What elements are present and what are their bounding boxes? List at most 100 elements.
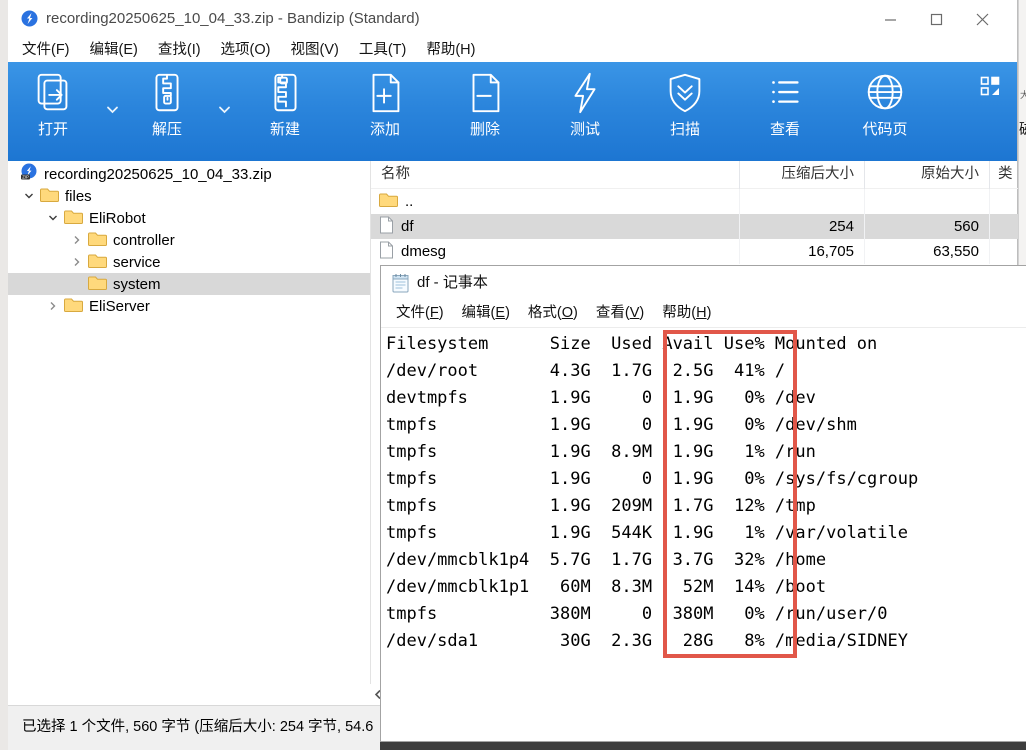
folder-icon	[88, 274, 107, 295]
notepad-menu-format[interactable]: 格式(O)	[519, 300, 587, 327]
test-button[interactable]: 测试	[545, 68, 625, 156]
codepage-button[interactable]: 代码页	[845, 68, 925, 156]
notepad-menubar: 文件(F) 编辑(E) 格式(O) 查看(V) 帮助(H)	[381, 300, 1026, 328]
chevron-right-icon	[73, 257, 81, 267]
menu-find[interactable]: 查找(I)	[148, 38, 211, 62]
extract-dropdown-button[interactable]	[213, 98, 235, 122]
file-icon	[379, 241, 394, 263]
window-title: recording20250625_10_04_33.zip - Bandizi…	[46, 0, 420, 38]
toolbar-label: 打开	[13, 118, 93, 139]
folder-icon	[64, 208, 83, 229]
open-dropdown-button[interactable]	[101, 98, 123, 122]
new-archive-button[interactable]: 新建	[245, 68, 325, 156]
delete-button[interactable]: 删除	[445, 68, 525, 156]
window-controls	[867, 0, 1005, 38]
original-size	[865, 189, 990, 214]
tree-label: system	[113, 276, 161, 293]
new-zip-icon	[262, 70, 308, 116]
background-edge-text: 大	[1020, 88, 1026, 101]
toolbar-label: 添加	[345, 118, 425, 139]
tree-item-system[interactable]: system	[8, 273, 370, 295]
compressed-size: 254	[740, 214, 865, 239]
tree-label: EliServer	[89, 298, 150, 315]
tree-label: controller	[113, 232, 175, 249]
maximize-icon	[930, 13, 943, 26]
chevron-right-icon	[49, 301, 57, 311]
chevron-down-icon	[24, 192, 34, 200]
file-icon	[379, 216, 394, 238]
svg-text:ZIP: ZIP	[22, 175, 29, 180]
minimize-icon	[884, 13, 897, 26]
extract-zip-icon	[144, 70, 190, 116]
maximize-button[interactable]	[913, 0, 959, 38]
list-row-up[interactable]: ..	[371, 189, 1018, 214]
delete-file-icon	[462, 70, 508, 116]
tree-item-controller[interactable]: controller	[8, 229, 370, 251]
scan-button[interactable]: 扫描	[645, 68, 725, 156]
menu-help[interactable]: 帮助(H)	[416, 38, 485, 62]
column-header-type[interactable]: 类型	[990, 161, 1018, 189]
toolbar-label: 查看	[745, 118, 825, 139]
tree-item-elirobot[interactable]: EliRobot	[8, 207, 370, 229]
menu-edit[interactable]: 编辑(E)	[80, 38, 148, 62]
tree-label: recording20250625_10_04_33.zip	[44, 166, 272, 183]
folder-icon	[88, 230, 107, 251]
notepad-bottom-edge	[380, 742, 1026, 750]
lightning-icon	[562, 70, 608, 116]
file-name: df	[401, 218, 414, 235]
bandizip-menubar: 文件(F) 编辑(E) 查找(I) 选项(O) 视图(V) 工具(T) 帮助(H…	[12, 38, 485, 62]
folder-icon	[64, 296, 83, 317]
add-button[interactable]: 添加	[345, 68, 425, 156]
grid-layout-icon	[980, 76, 1000, 96]
background-edge-char: 磁	[1019, 118, 1026, 139]
bandizip-app-icon	[21, 10, 38, 32]
list-row-dmesg[interactable]: dmesg 16,705 63,550	[371, 239, 1018, 264]
file-name: ..	[405, 193, 413, 210]
notepad-menu-edit[interactable]: 编辑(E)	[453, 300, 519, 327]
compressed-size: 16,705	[740, 239, 865, 264]
red-highlight-rectangle	[663, 330, 797, 658]
column-header-compressed[interactable]: 压缩后大小	[740, 161, 865, 189]
menu-tools[interactable]: 工具(T)	[349, 38, 417, 62]
globe-icon	[862, 70, 908, 116]
column-header-name[interactable]: 名称	[371, 161, 740, 189]
tree-item-archive-root[interactable]: ZIP recording20250625_10_04_33.zip	[8, 163, 370, 185]
extract-button[interactable]: 解压	[127, 68, 207, 156]
view-button[interactable]: 查看	[745, 68, 825, 156]
open-button[interactable]: 打开	[13, 68, 93, 156]
archive-tree: ZIP recording20250625_10_04_33.zip files…	[8, 163, 370, 684]
tree-item-eliserver[interactable]: EliServer	[8, 295, 370, 317]
close-button[interactable]	[959, 0, 1005, 38]
chevron-right-icon	[73, 235, 81, 245]
tree-label: service	[113, 254, 161, 271]
toolbar-label: 测试	[545, 118, 625, 139]
minimize-button[interactable]	[867, 0, 913, 38]
notepad-menu-help[interactable]: 帮助(H)	[653, 300, 720, 327]
toolbar-label: 代码页	[845, 118, 925, 139]
bandizip-toolbar: 打开 解压	[8, 62, 1017, 160]
notepad-menu-view[interactable]: 查看(V)	[587, 300, 653, 327]
menu-view[interactable]: 视图(V)	[280, 38, 348, 62]
tree-item-files[interactable]: files	[8, 185, 370, 207]
bandizip-titlebar: recording20250625_10_04_33.zip - Bandizi…	[8, 0, 1017, 38]
layout-toggle-button[interactable]	[980, 76, 1002, 98]
file-name: dmesg	[401, 243, 446, 260]
original-size: 560	[865, 214, 990, 239]
shield-scan-icon	[662, 70, 708, 116]
toolbar-label: 扫描	[645, 118, 725, 139]
tree-label: EliRobot	[89, 210, 146, 227]
background-left-sliver	[0, 0, 8, 750]
column-header-original[interactable]: 原始大小	[865, 161, 990, 189]
list-row-df[interactable]: df 254 560	[371, 214, 1018, 239]
menu-file[interactable]: 文件(F)	[12, 38, 80, 62]
chevron-down-icon	[48, 214, 58, 222]
tree-item-service[interactable]: service	[8, 251, 370, 273]
menu-options[interactable]: 选项(O)	[211, 38, 281, 62]
add-file-icon	[362, 70, 408, 116]
screen: recording20250625_10_04_33.zip - Bandizi…	[0, 0, 1026, 750]
original-size: 63,550	[865, 239, 990, 264]
toolbar-label: 解压	[127, 118, 207, 139]
open-archive-icon	[30, 70, 76, 116]
folder-icon	[379, 191, 398, 212]
notepad-menu-file[interactable]: 文件(F)	[387, 300, 453, 327]
